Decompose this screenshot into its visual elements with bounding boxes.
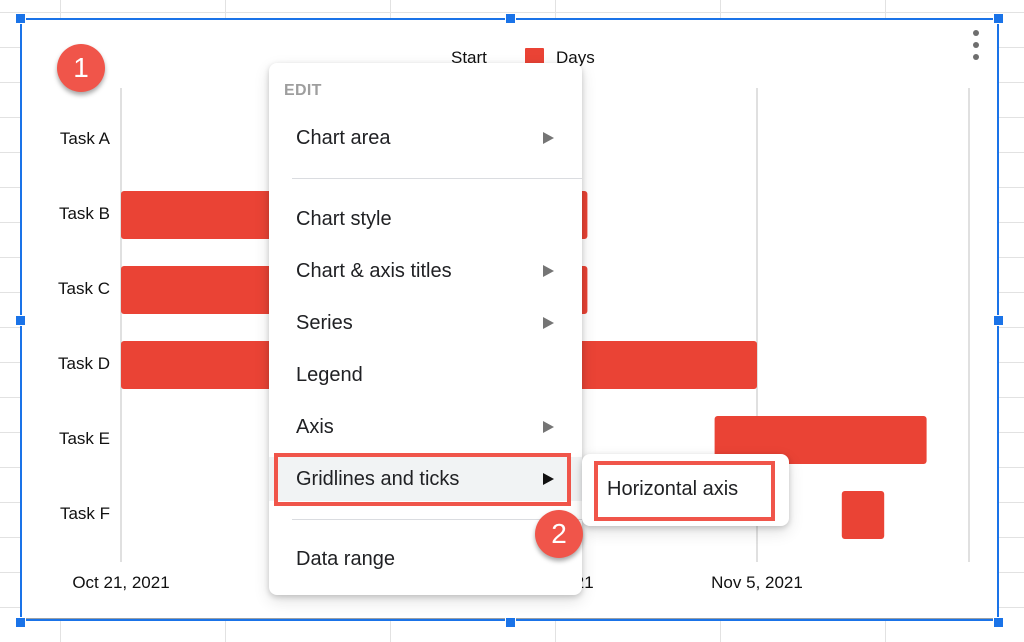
x-tick-label: Oct 21, 2021	[72, 573, 169, 592]
triangle-right-icon	[543, 473, 554, 485]
category-label: Task C	[58, 279, 110, 298]
category-label: Task E	[59, 429, 110, 448]
category-label: Task D	[58, 354, 110, 373]
step-badge-2: 2	[535, 510, 583, 558]
menu-item-label: Legend	[296, 363, 363, 386]
menu-item-label: Series	[296, 311, 353, 334]
menu-item-chart-axis-titles[interactable]: Chart & axis titles	[269, 249, 582, 293]
menu-item-chart-style[interactable]: Chart style	[269, 197, 582, 241]
category-label: Task B	[59, 204, 110, 223]
category-label: Task F	[60, 504, 110, 523]
menu-item-label: Gridlines and ticks	[296, 467, 460, 490]
triangle-right-icon	[543, 132, 554, 144]
menu-item-label: Data range	[296, 547, 395, 570]
menu-item-gridlines-and-ticks[interactable]: Gridlines and ticks	[269, 457, 582, 501]
menu-divider	[292, 178, 582, 179]
legend-swatch-days	[525, 48, 544, 64]
menu-item-label: Chart & axis titles	[296, 259, 452, 282]
menu-item-label: Chart style	[296, 207, 392, 230]
triangle-right-icon	[543, 421, 554, 433]
gridlines-submenu: Horizontal axis	[582, 454, 789, 526]
menu-header: EDIT	[284, 82, 322, 99]
chart-edit-menu: EDIT Chart area Chart style Chart & axis…	[269, 63, 582, 595]
menu-item-chart-area[interactable]: Chart area	[269, 116, 582, 160]
menu-item-series[interactable]: Series	[269, 301, 582, 345]
menu-item-axis[interactable]: Axis	[269, 405, 582, 449]
menu-item-data-range[interactable]: Data range	[269, 537, 582, 581]
triangle-right-icon	[543, 265, 554, 277]
menu-item-legend[interactable]: Legend	[269, 353, 582, 397]
triangle-right-icon	[543, 317, 554, 329]
x-tick-label: Nov 5, 2021	[711, 573, 803, 592]
submenu-item-horizontal-axis[interactable]: Horizontal axis	[596, 464, 772, 514]
menu-item-label: Chart area	[296, 126, 391, 149]
bar-task-f	[841, 491, 885, 539]
category-labels: Task A Task B Task C Task D Task E Task F	[58, 129, 111, 523]
menu-item-label: Axis	[296, 415, 334, 438]
submenu-item-label: Horizontal axis	[607, 477, 739, 500]
category-label: Task A	[60, 129, 111, 148]
step-badge-1: 1	[57, 44, 105, 92]
